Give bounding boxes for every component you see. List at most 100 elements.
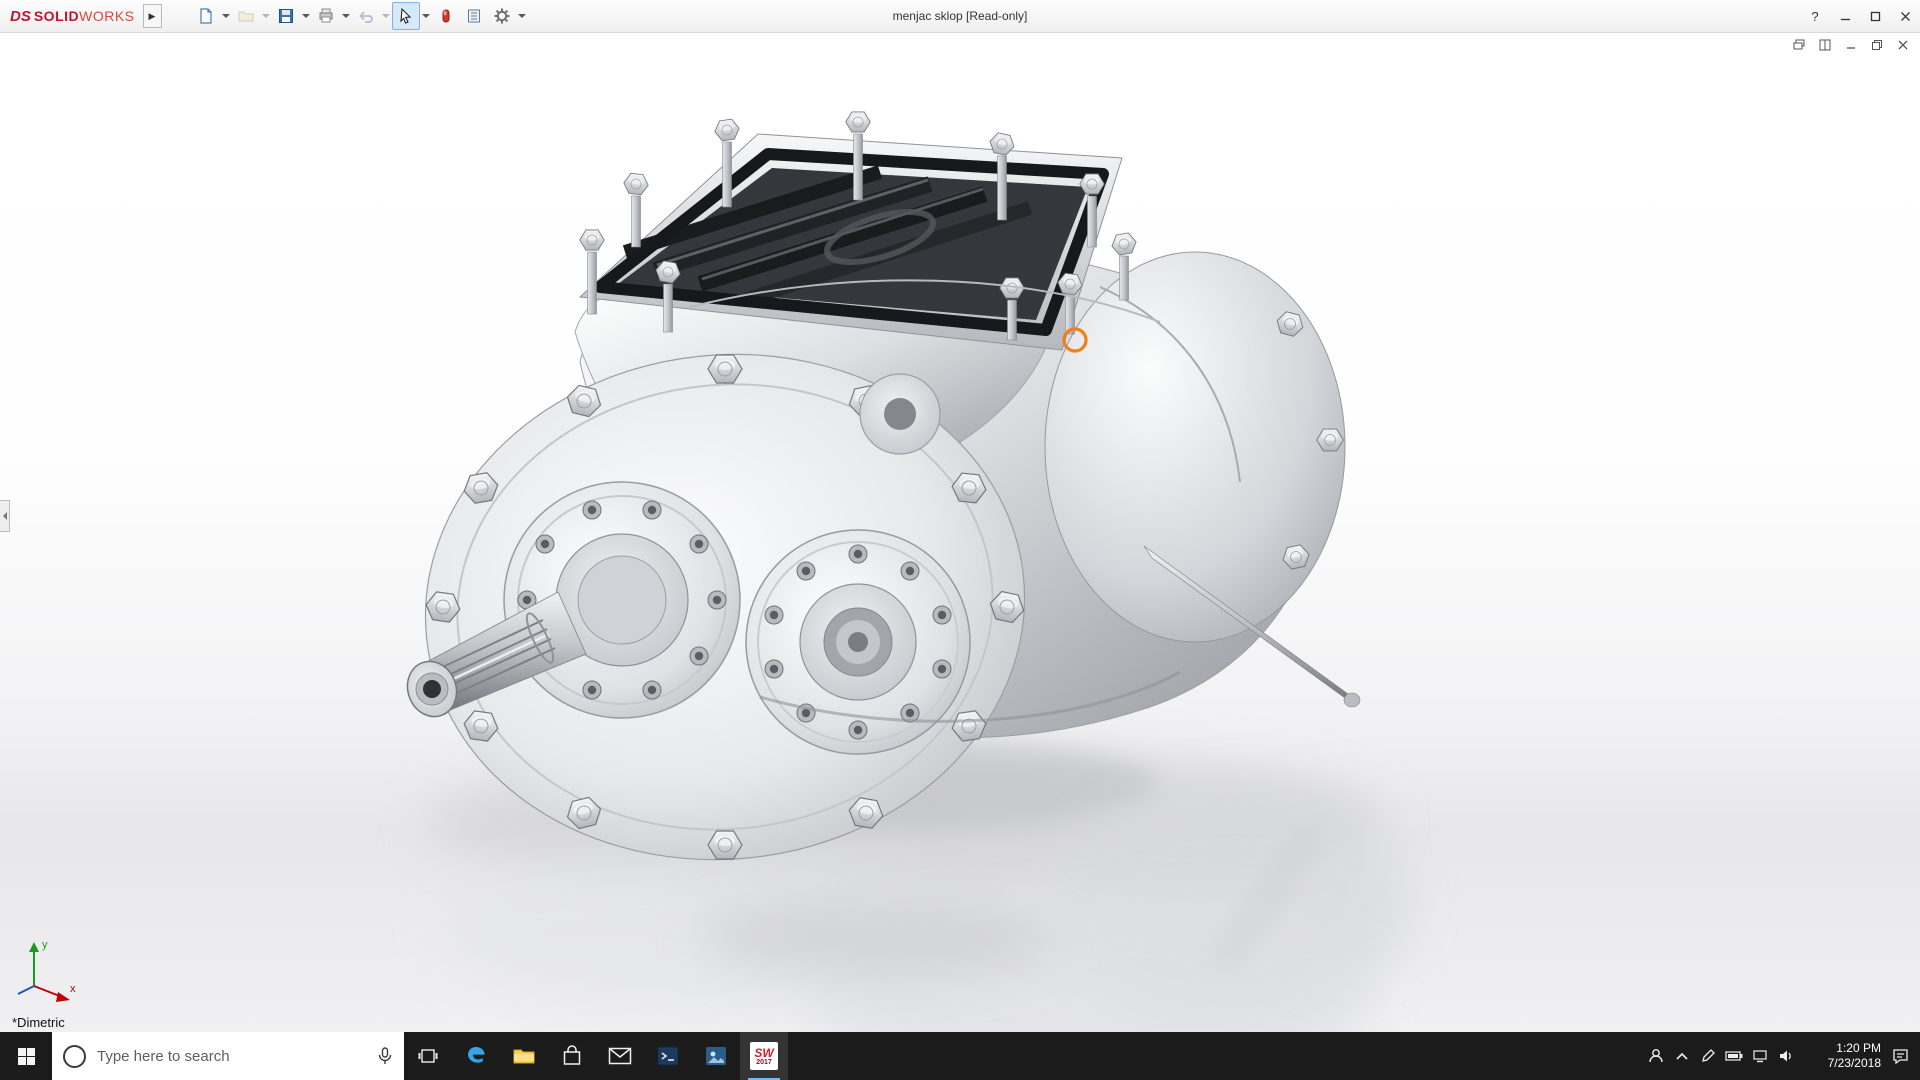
triad-y-label: y [42, 939, 48, 951]
taskbar-search-input[interactable]: Type here to search [52, 1032, 404, 1080]
doc-minimize-icon [1847, 47, 1855, 49]
clock-date: 7/23/2018 [1827, 1056, 1881, 1070]
maximize-icon [1870, 11, 1880, 21]
undo-dropdown[interactable] [380, 3, 392, 29]
view-orientation-label: *Dimetric [12, 1015, 65, 1030]
close-button[interactable] [1890, 0, 1920, 32]
people-icon [1649, 1049, 1663, 1063]
open-button[interactable] [232, 2, 260, 30]
store-button[interactable] [548, 1032, 596, 1080]
open-dropdown[interactable] [260, 3, 272, 29]
windows-logo-icon [17, 1047, 35, 1065]
pen-settings-button[interactable] [1695, 1032, 1721, 1080]
chevron-up-icon [1676, 1052, 1688, 1060]
action-center-button[interactable] [1887, 1032, 1913, 1080]
close-icon [1900, 11, 1910, 21]
doc-minimize-button[interactable] [1840, 36, 1862, 54]
hidden-icons-button[interactable] [1669, 1032, 1695, 1080]
file-explorer-button[interactable] [500, 1032, 548, 1080]
system-tray: 1:20 PM 7/23/2018 [1643, 1032, 1920, 1080]
title-bar: DS SOLID WORKS ▶ menjac sklop [Read-only… [0, 0, 1920, 33]
people-button[interactable] [1643, 1032, 1669, 1080]
open-icon [238, 11, 254, 22]
doc-cascade-button[interactable] [1788, 36, 1810, 54]
doc-close-button[interactable] [1892, 36, 1914, 54]
menu-flyout-button[interactable]: ▶ [142, 4, 162, 28]
volume-button[interactable] [1773, 1032, 1799, 1080]
print-dropdown[interactable] [340, 3, 352, 29]
cascade-icon [1793, 39, 1805, 50]
logo-text-solid: SOLID [33, 7, 80, 24]
options-dropdown[interactable] [516, 3, 528, 29]
maximize-button[interactable] [1860, 0, 1890, 32]
start-button[interactable] [0, 1032, 52, 1080]
battery-status-button[interactable] [1721, 1032, 1747, 1080]
terminal-button[interactable] [644, 1032, 692, 1080]
solidworks-app-icon: SW 2017 [750, 1042, 778, 1070]
undo-icon [358, 11, 373, 23]
document-window-controls [1788, 36, 1914, 54]
appearance-button[interactable] [432, 2, 460, 30]
task-view-icon [418, 1049, 438, 1063]
pen-icon [1702, 1049, 1715, 1062]
design-binder-icon [467, 9, 480, 23]
task-view-button[interactable] [404, 1032, 452, 1080]
orientation-triad: y x [17, 939, 76, 1002]
photos-icon [706, 1047, 726, 1065]
dassault-logo-icon: DS [10, 7, 31, 25]
save-icon [278, 9, 293, 23]
doc-restore-icon [1872, 40, 1882, 50]
design-binder-button[interactable] [460, 2, 488, 30]
solidworks-taskbar-button[interactable]: SW 2017 [740, 1032, 788, 1080]
tile-icon [1819, 39, 1831, 51]
search-placeholder: Type here to search [97, 1047, 230, 1065]
doc-restore-button[interactable] [1866, 36, 1888, 54]
gearbox-model[interactable] [0, 32, 1920, 1032]
terminal-icon [657, 1046, 679, 1066]
collapse-arrow-icon [2, 512, 7, 520]
new-document-button[interactable] [192, 2, 220, 30]
logo-text-works: WORKS [79, 7, 135, 24]
print-button[interactable] [312, 2, 340, 30]
minimize-icon [1840, 18, 1850, 20]
undo-button[interactable] [352, 2, 380, 30]
file-explorer-icon [513, 1049, 535, 1064]
network-icon [1753, 1050, 1767, 1063]
new-document-icon [199, 8, 212, 24]
triad-x-label: x [70, 983, 76, 995]
network-status-button[interactable] [1747, 1032, 1773, 1080]
cortana-icon [63, 1044, 86, 1068]
feature-panel-collapse-tab[interactable] [0, 500, 10, 532]
edge-icon [468, 1047, 485, 1063]
graphics-area[interactable]: y x *Dimetric [0, 32, 1920, 1032]
microphone-icon[interactable] [378, 1047, 392, 1065]
new-document-dropdown[interactable] [220, 3, 232, 29]
select-tool-dropdown[interactable] [420, 3, 432, 29]
help-button[interactable]: ? [1800, 0, 1830, 32]
volume-icon [1780, 1050, 1791, 1062]
doc-tile-button[interactable] [1814, 36, 1836, 54]
select-tool-button[interactable] [391, 2, 420, 30]
edge-button[interactable] [452, 1032, 500, 1080]
action-center-icon [1892, 1049, 1908, 1064]
taskbar-clock[interactable]: 1:20 PM 7/23/2018 [1805, 1041, 1881, 1071]
store-icon [563, 1045, 581, 1065]
solidworks-logo: DS SOLID WORKS [10, 8, 135, 25]
mail-icon [608, 1047, 632, 1065]
minimize-button[interactable] [1830, 0, 1860, 32]
document-title: menjac sklop [Read-only] [892, 9, 1028, 23]
windows-taskbar: Type here to search SW 2017 1:20 PM 7/23… [0, 1032, 1920, 1080]
select-arrow-icon [399, 8, 411, 24]
mail-button[interactable] [596, 1032, 644, 1080]
photos-button[interactable] [692, 1032, 740, 1080]
options-gear-icon [494, 8, 510, 24]
appearance-icon [442, 9, 450, 23]
options-button[interactable] [488, 2, 516, 30]
quick-access-toolbar [192, 0, 528, 32]
save-button[interactable] [272, 2, 300, 30]
print-icon [319, 8, 333, 23]
window-controls: ? [1800, 0, 1920, 32]
battery-icon [1725, 1051, 1743, 1061]
save-dropdown[interactable] [300, 3, 312, 29]
doc-close-icon [1898, 40, 1908, 50]
